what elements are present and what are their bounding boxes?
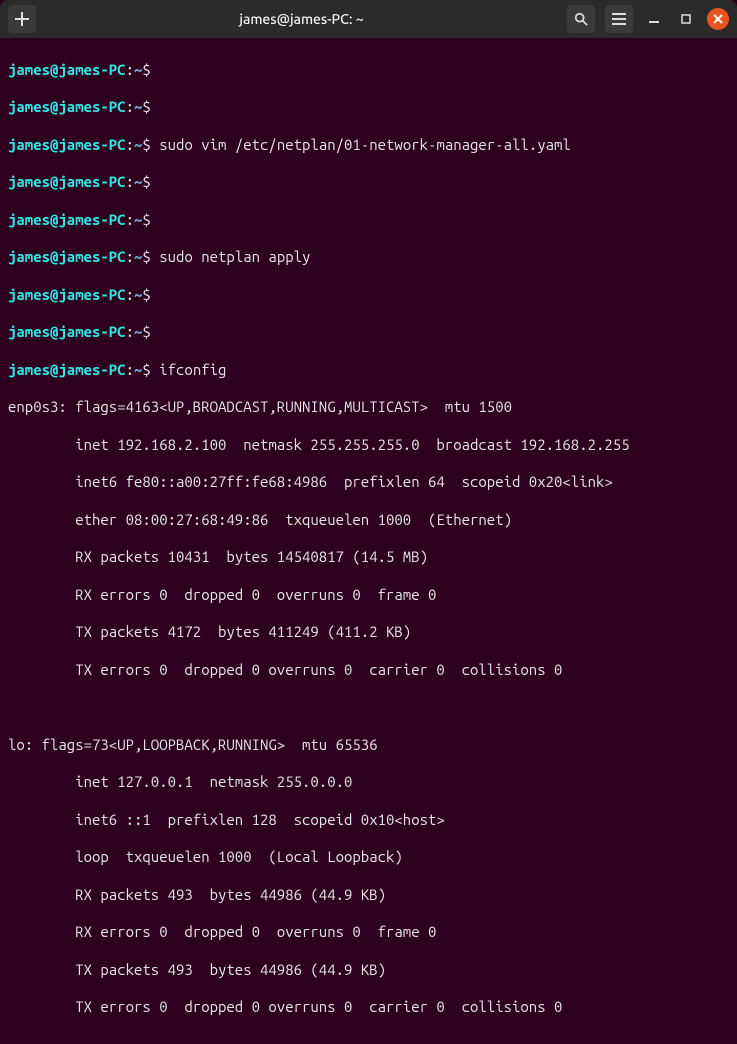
window-title: james@james-PC: ~ — [42, 11, 561, 27]
prompt-colon: : — [126, 173, 134, 190]
output-line: RX packets 493 bytes 44986 (44.9 KB) — [8, 886, 729, 905]
prompt-line: james@james-PC:~$ — [8, 211, 729, 230]
prompt-sigil: $ — [142, 286, 150, 303]
output-line: inet6 ::1 prefixlen 128 scopeid 0x10<hos… — [8, 811, 729, 830]
prompt-sigil: $ — [142, 173, 150, 190]
prompt-line: james@james-PC:~$ — [8, 323, 729, 342]
close-icon — [713, 14, 723, 24]
search-button[interactable] — [567, 5, 595, 33]
new-tab-button[interactable] — [8, 5, 36, 33]
prompt-userhost: james@james-PC — [8, 211, 126, 228]
prompt-line: james@james-PC:~$ — [8, 61, 729, 80]
titlebar: james@james-PC: ~ — [0, 0, 737, 38]
output-line: TX packets 493 bytes 44986 (44.9 KB) — [8, 961, 729, 980]
prompt-sigil: $ — [142, 61, 150, 78]
prompt-userhost: james@james-PC — [8, 173, 126, 190]
output-line: TX packets 4172 bytes 411249 (411.2 KB) — [8, 623, 729, 642]
prompt-line: james@james-PC:~$ sudo netplan apply — [8, 248, 729, 267]
output-line: TX errors 0 dropped 0 overruns 0 carrier… — [8, 998, 729, 1017]
prompt-colon: : — [126, 136, 134, 153]
prompt-colon: : — [126, 98, 134, 115]
hamburger-icon — [612, 13, 626, 25]
prompt-userhost: james@james-PC — [8, 136, 126, 153]
prompt-userhost: james@james-PC — [8, 286, 126, 303]
output-line: inet 127.0.0.1 netmask 255.0.0.0 — [8, 773, 729, 792]
maximize-button[interactable] — [675, 8, 697, 30]
command-text: sudo vim /etc/netplan/01-network-manager… — [159, 136, 571, 153]
output-line: lo: flags=73<UP,LOOPBACK,RUNNING> mtu 65… — [8, 736, 729, 755]
prompt-line: james@james-PC:~$ — [8, 286, 729, 305]
output-line: RX errors 0 dropped 0 overruns 0 frame 0 — [8, 923, 729, 942]
prompt-line: james@james-PC:~$ sudo vim /etc/netplan/… — [8, 136, 729, 155]
prompt-sigil: $ — [142, 248, 150, 265]
prompt-userhost: james@james-PC — [8, 323, 126, 340]
plus-icon — [15, 12, 29, 26]
prompt-colon: : — [126, 248, 134, 265]
prompt-sigil: $ — [142, 98, 150, 115]
minimize-icon — [649, 14, 659, 24]
command-text: ifconfig — [159, 361, 226, 378]
terminal-body[interactable]: james@james-PC:~$ james@james-PC:~$ jame… — [0, 38, 737, 1044]
prompt-userhost: james@james-PC — [8, 98, 126, 115]
prompt-sigil: $ — [142, 361, 150, 378]
prompt-colon: : — [126, 286, 134, 303]
output-line: RX errors 0 dropped 0 overruns 0 frame 0 — [8, 586, 729, 605]
output-line: loop txqueuelen 1000 (Local Loopback) — [8, 848, 729, 867]
prompt-userhost: james@james-PC — [8, 61, 126, 78]
prompt-colon: : — [126, 361, 134, 378]
prompt-sigil: $ — [142, 136, 150, 153]
command-text: sudo netplan apply — [159, 248, 310, 265]
prompt-userhost: james@james-PC — [8, 361, 126, 378]
prompt-line: james@james-PC:~$ — [8, 98, 729, 117]
prompt-userhost: james@james-PC — [8, 248, 126, 265]
output-line: RX packets 10431 bytes 14540817 (14.5 MB… — [8, 548, 729, 567]
prompt-colon: : — [126, 61, 134, 78]
prompt-line: james@james-PC:~$ ifconfig — [8, 361, 729, 380]
prompt-colon: : — [126, 323, 134, 340]
close-button[interactable] — [707, 8, 729, 30]
prompt-colon: : — [126, 211, 134, 228]
output-line: inet6 fe80::a00:27ff:fe68:4986 prefixlen… — [8, 473, 729, 492]
output-line: enp0s3: flags=4163<UP,BROADCAST,RUNNING,… — [8, 398, 729, 417]
output-line: inet 192.168.2.100 netmask 255.255.255.0… — [8, 436, 729, 455]
prompt-line: james@james-PC:~$ — [8, 173, 729, 192]
prompt-sigil: $ — [142, 323, 150, 340]
search-icon — [574, 12, 588, 26]
prompt-sigil: $ — [142, 211, 150, 228]
maximize-icon — [681, 14, 691, 24]
output-line: ether 08:00:27:68:49:86 txqueuelen 1000 … — [8, 511, 729, 530]
minimize-button[interactable] — [643, 8, 665, 30]
output-line — [8, 698, 729, 717]
menu-button[interactable] — [605, 5, 633, 33]
output-line: TX errors 0 dropped 0 overruns 0 carrier… — [8, 661, 729, 680]
